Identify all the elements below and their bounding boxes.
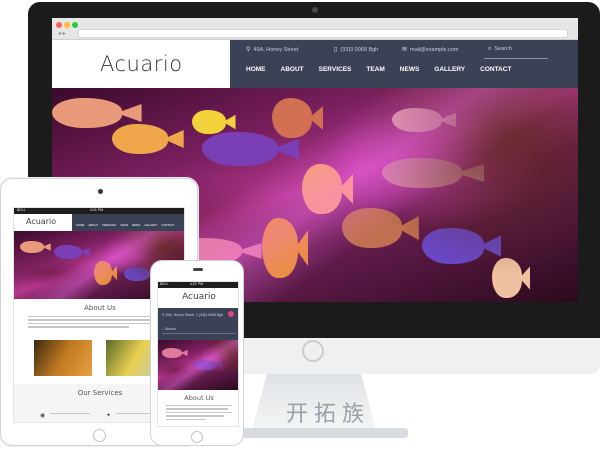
phone-home-button[interactable]	[191, 431, 203, 443]
tablet-service-text	[50, 413, 90, 416]
tablet-time: 4:21 PM	[90, 208, 104, 212]
tablet-menu: HOME ABOUT SERVICES TEAM NEWS GALLERY CONTACT	[76, 223, 179, 227]
fish-shape	[302, 164, 342, 214]
phone-nav-area: ⚲ 45A, Honey Street ▯ (33)3 0068 Bgh ⌕ S…	[158, 308, 238, 340]
mail-icon: ✉	[402, 47, 408, 53]
map-pin-icon: ⚲	[246, 47, 251, 53]
phone-icon: ▯	[334, 47, 338, 53]
main-menu: HOME ABOUT SERVICES TEAM NEWS GALLERY CONTACT	[246, 66, 526, 73]
fish-shape	[52, 98, 122, 128]
phone-device: BELL 4:21 PM Acuario ⚲ 45A, Honey Street…	[150, 260, 244, 446]
address-text: 45A, Honey Street	[253, 47, 299, 53]
phone-phone-info: ▯ (33)3 0068 Bgh	[196, 313, 224, 317]
address-bar[interactable]	[78, 29, 568, 38]
phone-address: ⚲ 45A, Honey Street	[162, 313, 195, 317]
tablet-nav-item-about[interactable]: ABOUT	[88, 223, 98, 227]
fish-shape	[262, 218, 298, 278]
tablet-logo[interactable]: Acuario	[26, 217, 56, 226]
tablet-camera	[98, 189, 103, 194]
nav-item-team[interactable]: TEAM	[366, 66, 384, 73]
fish-shape	[392, 108, 442, 132]
browser-toolbar: ◂ ▸	[52, 18, 578, 40]
fish-shape	[382, 158, 462, 188]
tablet-nav-item-services[interactable]: SERVICES	[102, 223, 116, 227]
nav-item-contact[interactable]: CONTACT	[480, 66, 511, 73]
tablet-header: Acuario HOME ABOUT SERVICES TEAM NEWS GALLERY…	[14, 214, 184, 231]
contact-info-row: ⚲ 45A, Honey Street ▯ (33)3 0068 Bgh ✉ mail…	[230, 44, 578, 59]
search-underline	[484, 58, 548, 59]
maximize-dot-icon[interactable]	[72, 22, 78, 28]
fish-shape	[162, 348, 182, 358]
nav-item-home[interactable]: HOME	[246, 66, 266, 73]
fish-shape	[202, 132, 278, 166]
fish-shape	[94, 261, 112, 285]
nav-item-news[interactable]: NEWS	[400, 66, 420, 73]
search-placeholder[interactable]: Search	[494, 46, 511, 52]
tablet-home-button[interactable]	[93, 429, 106, 442]
phone-search[interactable]: ⌕ Search	[162, 327, 176, 331]
fish-shape	[194, 360, 216, 370]
nav-item-gallery[interactable]: GALLERY	[434, 66, 465, 73]
phone-logo[interactable]: Acuario	[158, 292, 238, 302]
tablet-nav-item-gallery[interactable]: GALLERY	[144, 223, 157, 227]
site-header: Acuario ⚲ 45A, Honey Street ▯ (33)3 0068 B…	[52, 40, 578, 88]
close-dot-icon[interactable]	[56, 22, 62, 28]
monitor-power-button[interactable]	[302, 340, 324, 362]
tablet-nav-item-home[interactable]: HOME	[76, 223, 84, 227]
email-text[interactable]: mail@example.com	[410, 47, 458, 53]
phone-carrier: BELL	[160, 282, 169, 286]
tablet-nav-item-news[interactable]: NEWS	[132, 223, 140, 227]
fish-shape	[492, 258, 522, 298]
phone-hero-image	[158, 340, 238, 390]
phone-text: (33)3 0068 Bgh	[340, 47, 379, 53]
minimize-dot-icon[interactable]	[64, 22, 70, 28]
nav-item-about[interactable]: ABOUT	[281, 66, 304, 73]
search-box[interactable]: ⌕ Search	[488, 46, 512, 53]
nav-item-services[interactable]: SERVICES	[319, 66, 352, 73]
monitor-camera	[312, 7, 318, 13]
fish-shape	[192, 110, 226, 134]
search-icon[interactable]: ⌕	[488, 46, 491, 52]
back-forward-icon[interactable]: ◂ ▸	[58, 30, 66, 37]
phone-status-bar: BELL 4:21 PM	[158, 282, 238, 288]
fish-shape	[124, 267, 150, 281]
phone-speaker	[193, 268, 203, 271]
tablet-logo-area: Acuario	[14, 214, 72, 231]
phone-search-underline	[162, 333, 236, 334]
phone-about-heading: About Us	[184, 394, 214, 402]
fish-shape	[54, 245, 82, 259]
monitor-stand-base	[232, 428, 408, 438]
tablet-carrier: BELL	[17, 208, 26, 212]
watermark-text: 开拓族	[285, 402, 370, 427]
fish-shape	[20, 241, 44, 253]
tablet-nav-item-team[interactable]: TEAM	[120, 223, 128, 227]
star-icon: ✦	[106, 413, 112, 419]
logo-area: Acuario	[52, 40, 230, 88]
email-info[interactable]: ✉ mail@example.com	[402, 46, 458, 53]
globe-icon: ◉	[40, 413, 46, 419]
nav-area: ⚲ 45A, Honey Street ▯ (33)3 0068 Bgh ✉ mail…	[230, 40, 578, 88]
tablet-thumbnail-image[interactable]	[34, 340, 92, 376]
phone-info: ▯ (33)3 0068 Bgh	[334, 46, 378, 53]
phone-time: 4:21 PM	[190, 282, 204, 286]
fish-shape	[112, 124, 168, 154]
fish-shape	[422, 228, 484, 264]
fish-shape	[342, 208, 402, 248]
site-logo[interactable]: Acuario	[100, 52, 183, 76]
fish-shape	[272, 98, 312, 138]
tablet-nav-item-contact[interactable]: CONTACT	[161, 223, 174, 227]
address-info: ⚲ 45A, Honey Street	[246, 46, 298, 53]
tablet-nav-area: HOME ABOUT SERVICES TEAM NEWS GALLERY CONTACT	[72, 214, 184, 231]
phone-screen: BELL 4:21 PM Acuario ⚲ 45A, Honey Street…	[157, 281, 239, 427]
device-mockup-stage: 开拓族 ◂ ▸ Acuario ⚲ 45A, Honey Street ▯ (33)…	[0, 0, 600, 450]
menu-toggle-icon[interactable]	[228, 311, 234, 317]
phone-about-text	[166, 405, 232, 422]
